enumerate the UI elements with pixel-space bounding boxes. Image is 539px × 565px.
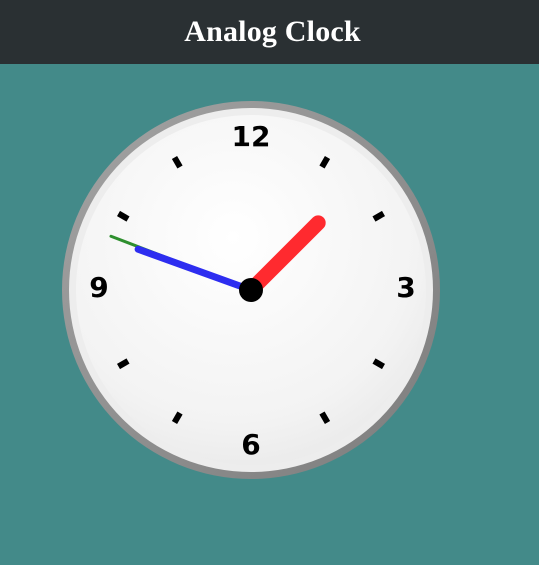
- analog-clock: 12 3 6 9: [62, 101, 440, 479]
- numeral-6: 6: [241, 428, 260, 461]
- center-cap: [239, 278, 263, 302]
- numeral-12: 12: [232, 120, 271, 153]
- numeral-3: 3: [396, 271, 415, 304]
- clock-container: 12 3 6 9: [0, 0, 539, 565]
- numeral-9: 9: [89, 271, 108, 304]
